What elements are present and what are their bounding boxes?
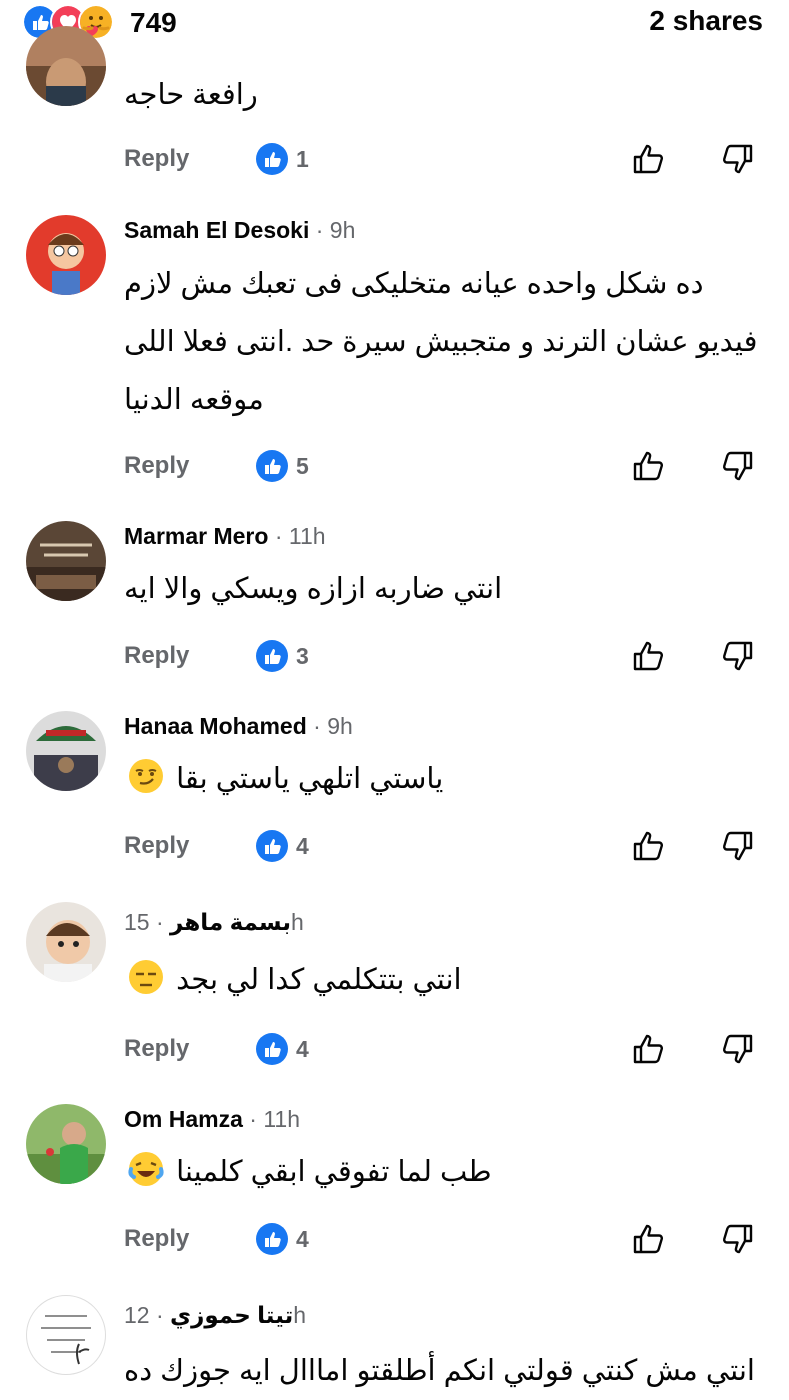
downvote-icon[interactable] [721, 829, 755, 863]
author-name[interactable]: بسمة ماهر [170, 909, 291, 935]
upvote-icon[interactable] [631, 142, 665, 176]
comment-text: انتي بتتكلمي كدا لي بجد [124, 951, 764, 1009]
downvote-icon[interactable] [721, 449, 755, 483]
upvote-icon[interactable] [631, 639, 665, 673]
like-icon [256, 1223, 288, 1255]
upvote-icon[interactable] [631, 449, 665, 483]
reactions-bar: 749 2 shares [0, 0, 789, 44]
like-count[interactable]: 3 [296, 641, 309, 671]
avatar[interactable] [26, 521, 106, 601]
like-icon [256, 1033, 288, 1065]
comment-text-line: فيديو عشان الترند و متجبيش سيرة حد .انتى… [124, 326, 758, 358]
comment-text-content: طب لما تفوقي ابقي كلمينا [176, 1156, 492, 1188]
like-count[interactable]: 4 [296, 1224, 309, 1254]
upvote-icon[interactable] [631, 1032, 665, 1066]
reply-button[interactable]: Reply [124, 641, 189, 671]
shares-count[interactable]: 2 shares [649, 4, 763, 38]
author-name[interactable]: Hanaa Mohamed [124, 713, 307, 739]
smirk-emoji [129, 759, 163, 793]
comment-header: بسمة ماهر · 15h [124, 907, 304, 937]
author-name[interactable]: Marmar Mero [124, 523, 268, 549]
timestamp[interactable]: · 11h [268, 523, 326, 549]
reply-button[interactable]: Reply [124, 831, 189, 861]
comment-text-content: ياستي اتلهي ياستي بقا [176, 763, 444, 795]
avatar[interactable] [26, 215, 106, 295]
like-icon [256, 450, 288, 482]
comment-text: انتي ضاربه ازازه ويسكي والا ايه [124, 573, 503, 605]
author-name[interactable]: Om Hamza [124, 1106, 243, 1132]
like-icon [256, 143, 288, 175]
comment-text-content: انتي بتتكلمي كدا لي بجد [176, 964, 462, 996]
comment-header: Samah El Desoki · 9h [124, 215, 355, 245]
comment-text-line: ده شكل واحده عيانه متخليكى فى تعبك مش لا… [124, 268, 704, 300]
reply-button[interactable]: Reply [124, 144, 189, 174]
upvote-icon[interactable] [631, 1222, 665, 1256]
avatar[interactable] [26, 711, 106, 791]
comment-text: انتي مش كنتي قولتي انكم أطلقتو امااال اي… [124, 1355, 755, 1387]
author-name[interactable]: تيتا حموزي [170, 1302, 293, 1328]
downvote-icon[interactable] [721, 1032, 755, 1066]
upvote-icon[interactable] [631, 829, 665, 863]
avatar[interactable] [26, 1104, 106, 1184]
timestamp[interactable]: · 9h [307, 713, 353, 739]
downvote-icon[interactable] [721, 639, 755, 673]
avatar[interactable] [26, 902, 106, 982]
like-count[interactable]: 4 [296, 831, 309, 861]
timestamp[interactable]: · 11h [243, 1106, 300, 1132]
like-count[interactable]: 4 [296, 1034, 309, 1064]
comment-header: تيتا حموزي · 12h [124, 1300, 306, 1330]
comment-header: Om Hamza · 11h [124, 1104, 300, 1134]
downvote-icon[interactable] [721, 1222, 755, 1256]
author-name[interactable]: Samah El Desoki [124, 217, 309, 243]
laughing-tears-emoji [128, 1152, 164, 1186]
like-count[interactable]: 1 [296, 144, 309, 174]
comment-text: ياستي اتلهي ياستي بقا [124, 750, 764, 808]
comment-header: Hanaa Mohamed · 9h [124, 711, 353, 741]
like-count[interactable]: 5 [296, 451, 309, 481]
reply-button[interactable]: Reply [124, 1224, 189, 1254]
timestamp[interactable]: · 9h [309, 217, 356, 243]
comment-text: طب لما تفوقي ابقي كلمينا [124, 1143, 764, 1201]
reply-button[interactable]: Reply [124, 451, 189, 481]
unamused-emoji [129, 960, 163, 994]
reply-button[interactable]: Reply [124, 1034, 189, 1064]
avatar[interactable] [26, 1295, 106, 1375]
comment-text: ده شكل واحده عيانه متخليكى فى تعبك مش لا… [124, 255, 769, 429]
comment-text: رافعة حاجه [124, 79, 258, 111]
comment-text-line: موقعه الدنيا [124, 384, 264, 416]
avatar[interactable] [26, 26, 106, 106]
downvote-icon[interactable] [721, 142, 755, 176]
like-icon [256, 640, 288, 672]
like-icon [256, 830, 288, 862]
comment-header: Marmar Mero · 11h [124, 521, 326, 551]
reaction-count: 749 [130, 7, 177, 38]
